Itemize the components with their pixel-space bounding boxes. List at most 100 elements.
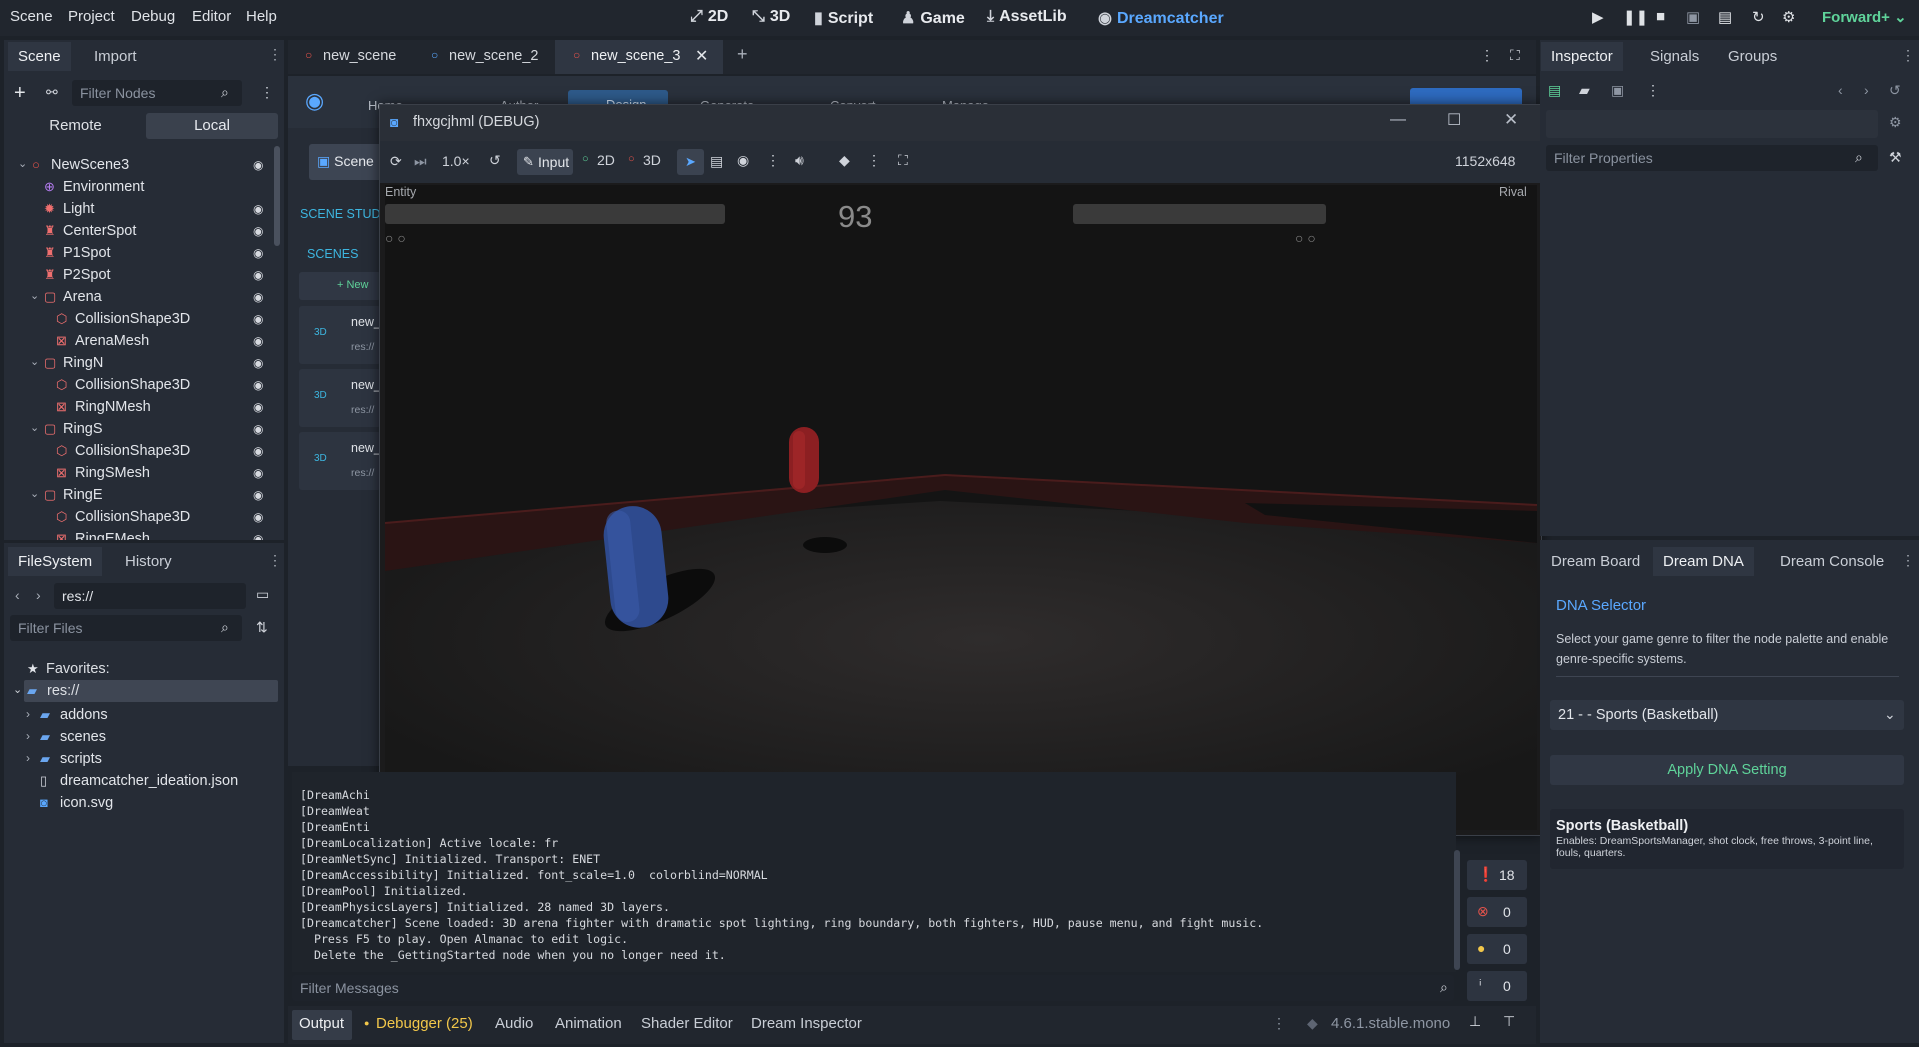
filter-properties-input[interactable]: Filter Properties	[1546, 145, 1878, 171]
visibility-icon[interactable]: ◉	[253, 246, 267, 260]
tab-new-scene-3[interactable]: new_scene_3	[591, 48, 681, 64]
sort-icon[interactable]: ⇅	[256, 619, 268, 636]
tab-dream-dna[interactable]: Dream DNA	[1653, 547, 1754, 576]
play-icon[interactable]: ▶	[1592, 8, 1604, 26]
visibility-icon[interactable]: ◉	[253, 356, 267, 370]
new-scene-button[interactable]: + New	[299, 272, 381, 300]
visibility-icon[interactable]: ◉	[253, 202, 267, 216]
tab-debugger[interactable]: Debugger (25)	[376, 1015, 473, 1032]
tab-new-scene-2[interactable]: new_scene_2	[449, 48, 539, 64]
chevron-down-icon[interactable]: ⌄	[30, 487, 39, 500]
tree-node[interactable]: ⌄ ○ NewScene3 ◉	[4, 154, 284, 176]
history-forward-icon[interactable]: ›	[1864, 82, 1869, 98]
reload-icon[interactable]: ↻	[1752, 8, 1765, 26]
tree-node[interactable]: ✹ Light ◉	[4, 198, 284, 220]
speed-select[interactable]: 1.0×	[442, 153, 470, 169]
filter-messages-input[interactable]: Filter Messages	[292, 975, 1454, 1001]
maximize-icon[interactable]: ☐	[1447, 110, 1461, 130]
game-viewport[interactable]: Entity Rival 93 ○ ○ ○ ○	[385, 185, 1537, 830]
pin-icon[interactable]: ⊥	[1469, 1013, 1481, 1030]
visibility-icon[interactable]: ◉	[253, 224, 267, 238]
workspace-assetlib-button[interactable]: ⤓ AssetLib	[987, 8, 1067, 26]
object-tools-icon[interactable]: ⚙	[1889, 114, 1902, 131]
scene-card[interactable]: 3D new_ res://	[299, 432, 381, 490]
chevron-down-icon[interactable]: ⌄	[30, 355, 39, 368]
visibility-icon[interactable]: ◉	[253, 400, 267, 414]
visibility-icon[interactable]: ◉	[253, 158, 267, 172]
chevron-right-icon[interactable]: ›	[26, 729, 30, 743]
error-count-badge[interactable]: ⊗ 0	[1467, 897, 1527, 927]
more-icon[interactable]: ⋮	[1272, 1015, 1286, 1032]
visibility-icon[interactable]: ◉	[253, 444, 267, 458]
tree-node[interactable]: ⌄ ▢ Arena ◉	[4, 286, 284, 308]
visibility-icon[interactable]: ◉	[253, 466, 267, 480]
tab-dream-board[interactable]: Dream Board	[1541, 547, 1650, 576]
tree-node[interactable]: ⬡ CollisionShape3D ◉	[4, 440, 284, 462]
tab-output[interactable]: Output	[299, 1015, 344, 1032]
visibility-icon[interactable]: ◉	[253, 510, 267, 524]
tree-node[interactable]: ⬡ CollisionShape3D ◉	[4, 374, 284, 396]
tab-signals[interactable]: Signals	[1640, 42, 1709, 71]
tab-new-scene[interactable]: new_scene	[323, 48, 396, 64]
chevron-right-icon[interactable]: ›	[26, 707, 30, 721]
more-icon[interactable]: ⋮	[766, 152, 780, 169]
root-folder[interactable]: res://	[47, 683, 79, 699]
visibility-icon[interactable]: ◉	[253, 532, 267, 540]
input-button[interactable]: ✎ Input	[517, 149, 573, 175]
tab-shader-editor[interactable]: Shader Editor	[641, 1015, 733, 1032]
visibility-icon[interactable]: ◉	[253, 378, 267, 392]
list-item[interactable]: › ▰ scenes	[0, 726, 280, 748]
tree-node[interactable]: ⊠ RingSMesh ◉	[4, 462, 284, 484]
camera-icon[interactable]: ◆	[839, 152, 850, 169]
list-select-icon[interactable]: ▤	[710, 153, 723, 170]
more-icon[interactable]: ⋮	[268, 552, 282, 569]
tree-node[interactable]: ♜ P2Spot ◉	[4, 264, 284, 286]
scene-card[interactable]: 3D new_ res://	[299, 369, 381, 427]
tree-node[interactable]: ⌄ ▢ RingE ◉	[4, 484, 284, 506]
chevron-down-icon[interactable]: ⌄	[30, 421, 39, 434]
scenes-tab[interactable]: SCENES	[307, 247, 358, 261]
path-input[interactable]: res://	[54, 583, 246, 609]
more-icon[interactable]: ⋮	[1901, 552, 1915, 569]
remote-debug-icon[interactable]: ▣	[1686, 8, 1700, 26]
back-icon[interactable]: ‹	[15, 587, 20, 603]
chevron-right-icon[interactable]: ›	[26, 751, 30, 765]
stop-icon[interactable]: ■	[1656, 8, 1665, 25]
more-icon[interactable]: ⋮	[1646, 82, 1660, 99]
chevron-down-icon[interactable]: ⌄	[13, 683, 22, 696]
layout-icon[interactable]: ▭	[256, 586, 269, 603]
tree-node[interactable]: ♜ CenterSpot ◉	[4, 220, 284, 242]
genre-select[interactable]: 21 - - Sports (Basketball) ⌄	[1550, 700, 1904, 730]
tab-groups[interactable]: Groups	[1718, 42, 1787, 71]
scene-button[interactable]: ▣ Scene	[309, 144, 389, 180]
visibility-icon[interactable]: ◉	[737, 152, 749, 169]
next-frame-icon[interactable]: ⏭	[414, 153, 427, 170]
filter-files-input[interactable]: Filter Files	[10, 615, 242, 641]
forward-icon[interactable]: ›	[36, 587, 41, 603]
visibility-icon[interactable]: ◉	[253, 268, 267, 282]
profiler-icon[interactable]: ⚙	[1782, 8, 1795, 26]
open-folder-icon[interactable]: ▰	[1579, 82, 1590, 99]
list-item[interactable]: ◙ icon.svg	[0, 792, 280, 814]
list-item[interactable]: › ▰ addons	[0, 704, 280, 726]
scene-card[interactable]: 3D new_ res://	[299, 306, 381, 364]
list-item[interactable]: › ▰ scripts	[0, 748, 280, 770]
history-icon[interactable]: ↺	[1889, 82, 1901, 99]
embed-icon[interactable]: ⟳	[390, 153, 402, 170]
audio-icon[interactable]: 🔊︎	[795, 152, 804, 169]
close-icon[interactable]: ✕	[695, 46, 708, 66]
tab-audio[interactable]: Audio	[495, 1015, 533, 1032]
visibility-icon[interactable]: ◉	[253, 422, 267, 436]
warning-count-badge[interactable]: ● 0	[1467, 934, 1527, 964]
info-count-badge[interactable]: ⁱ0	[1467, 971, 1527, 1001]
workspace-game-button[interactable]: ♟ Game	[901, 8, 965, 28]
workspace-dreamcatcher-button[interactable]: ◉ Dreamcatcher	[1098, 8, 1224, 28]
visibility-icon[interactable]: ◉	[253, 488, 267, 502]
more-icon[interactable]: ⋮	[867, 152, 881, 169]
reset-speed-icon[interactable]: ↺	[489, 152, 501, 169]
workspace-script-button[interactable]: ▮ Script	[814, 8, 873, 28]
tab-dream-inspector[interactable]: Dream Inspector	[751, 1015, 862, 1032]
tools-icon[interactable]: ⚒	[1889, 149, 1902, 166]
renderer-select[interactable]: Forward+ ⌄	[1822, 8, 1907, 26]
visibility-icon[interactable]: ◉	[253, 334, 267, 348]
